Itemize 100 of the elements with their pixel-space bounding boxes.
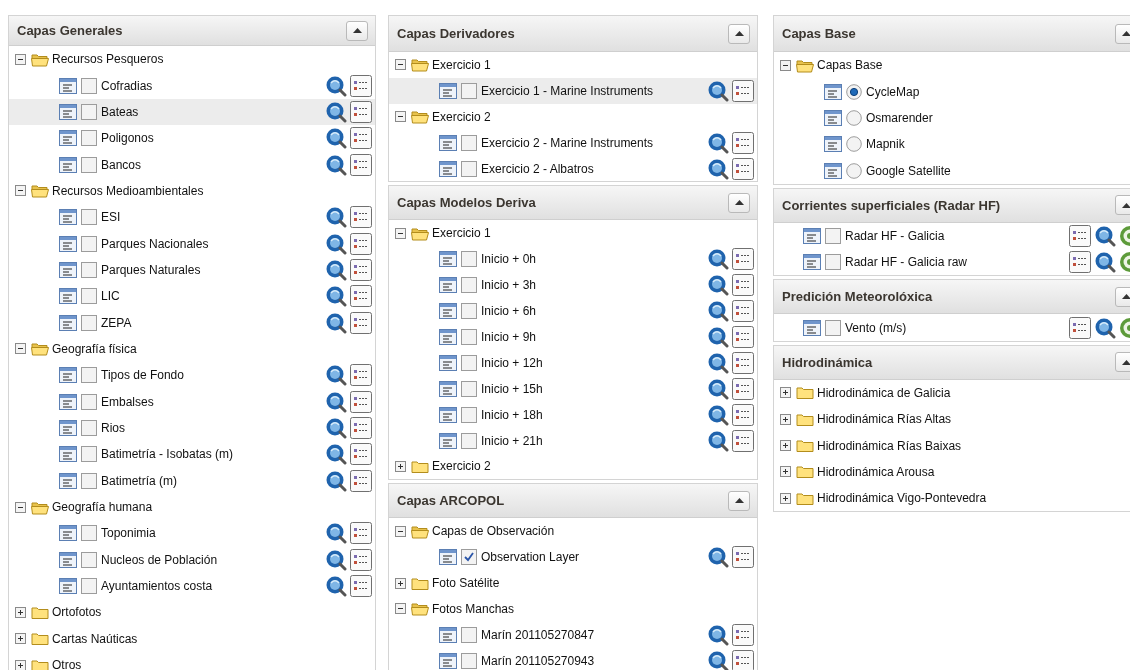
checkbox[interactable] — [81, 156, 97, 173]
magnifier-icon[interactable] — [707, 649, 729, 670]
expand-icon[interactable] — [15, 606, 26, 618]
collapse-icon[interactable] — [395, 525, 406, 537]
list-lines-icon[interactable] — [59, 525, 77, 542]
collapse-icon[interactable] — [15, 185, 26, 197]
folder-label[interactable]: Exercicio 2 — [432, 109, 491, 124]
list-icon[interactable] — [350, 364, 372, 387]
folder-label[interactable]: Recursos Medioambientales — [52, 183, 204, 198]
folder-label[interactable]: Geografía humana — [52, 500, 153, 514]
checkbox[interactable] — [81, 314, 97, 331]
list-lines-icon[interactable] — [59, 314, 77, 331]
checkbox[interactable] — [81, 209, 97, 226]
collapse-icon[interactable] — [780, 59, 791, 71]
magnifier-icon[interactable] — [707, 377, 729, 400]
checkbox[interactable] — [81, 525, 97, 542]
list-icon[interactable] — [350, 74, 372, 97]
folder-label[interactable]: Cartas Naúticas — [52, 631, 138, 646]
magnifier-icon[interactable] — [325, 206, 347, 229]
magnifier-icon[interactable] — [325, 74, 347, 97]
layer-row[interactable]: Osmarender — [774, 104, 1130, 132]
collapse-icon[interactable] — [15, 53, 26, 65]
layer-row[interactable]: Inicio + 12h — [389, 349, 757, 376]
collapse-icon[interactable] — [395, 227, 406, 239]
expand-icon[interactable] — [780, 413, 791, 425]
collapse-icon[interactable] — [395, 603, 406, 615]
folder-label[interactable]: Capas de Observación — [432, 524, 555, 539]
checkbox[interactable] — [461, 380, 477, 397]
list-lines-icon[interactable] — [824, 136, 842, 153]
collapse-icon[interactable] — [395, 59, 406, 71]
checkbox[interactable] — [81, 261, 97, 278]
expand-icon[interactable] — [395, 460, 406, 472]
magnifier-icon[interactable] — [707, 131, 729, 154]
checkbox[interactable] — [81, 420, 97, 436]
layer-row[interactable]: Radar HF - Galicia raw — [774, 249, 1130, 276]
list-lines-icon[interactable] — [439, 652, 457, 669]
magnifier-icon[interactable] — [325, 548, 347, 571]
list-icon[interactable] — [350, 232, 372, 255]
layer-row[interactable]: Inicio + 21h — [389, 427, 757, 454]
list-icon[interactable] — [732, 325, 754, 348]
list-lines-icon[interactable] — [439, 160, 457, 177]
magnifier-icon[interactable] — [1094, 316, 1116, 339]
collapse-button[interactable] — [728, 192, 750, 213]
checkbox[interactable] — [461, 303, 477, 320]
folder-label[interactable]: Hidrodinámica Rías Baixas — [817, 438, 962, 453]
layer-row[interactable]: Ayuntamientos costa — [9, 572, 375, 600]
checkbox[interactable] — [461, 328, 477, 345]
collapse-icon[interactable] — [395, 111, 406, 123]
list-lines-icon[interactable] — [59, 103, 77, 120]
checkbox[interactable] — [81, 235, 97, 252]
list-lines-icon[interactable] — [439, 380, 457, 397]
list-icon[interactable] — [732, 131, 754, 154]
magnifier-icon[interactable] — [325, 232, 347, 255]
list-lines-icon[interactable] — [439, 82, 457, 99]
list-lines-icon[interactable] — [439, 328, 457, 345]
checkbox[interactable] — [825, 319, 841, 336]
list-lines-icon[interactable] — [59, 156, 77, 173]
magnifier-icon[interactable] — [325, 311, 347, 334]
magnifier-icon[interactable] — [707, 403, 729, 426]
list-icon[interactable] — [350, 127, 372, 150]
collapse-button[interactable] — [728, 490, 750, 511]
list-lines-icon[interactable] — [439, 626, 457, 643]
layer-row[interactable]: Rios — [9, 414, 375, 442]
magnifier-icon[interactable] — [325, 390, 347, 413]
magnifier-icon[interactable] — [707, 300, 729, 323]
list-lines-icon[interactable] — [59, 446, 77, 463]
radio-button[interactable] — [846, 109, 862, 126]
list-icon[interactable] — [350, 469, 372, 492]
list-lines-icon[interactable] — [439, 549, 457, 566]
list-icon[interactable] — [1069, 316, 1091, 339]
checkbox[interactable] — [825, 254, 841, 271]
layer-row[interactable]: Poligonos — [9, 125, 375, 152]
list-lines-icon[interactable] — [59, 209, 77, 226]
list-lines-icon[interactable] — [439, 406, 457, 423]
layer-row[interactable]: Inicio + 0h — [389, 246, 757, 273]
list-lines-icon[interactable] — [439, 432, 457, 449]
list-icon[interactable] — [732, 403, 754, 426]
magnifier-icon[interactable] — [707, 157, 729, 180]
layer-row[interactable]: Toponimia — [9, 520, 375, 547]
checkbox[interactable] — [461, 406, 477, 423]
layer-row[interactable]: ESI — [9, 204, 375, 231]
folder-label[interactable]: Exercicio 1 — [432, 226, 491, 241]
checkbox[interactable] — [81, 367, 97, 384]
list-icon[interactable] — [732, 429, 754, 452]
list-icon[interactable] — [350, 100, 372, 123]
folder-label[interactable]: Otros — [52, 658, 82, 670]
magnifier-icon[interactable] — [325, 153, 347, 176]
layer-row[interactable]: Radar HF - Galicia — [774, 222, 1130, 250]
expand-icon[interactable] — [780, 466, 791, 478]
list-icon[interactable] — [732, 274, 754, 297]
radio-button[interactable] — [846, 83, 862, 100]
checkbox[interactable] — [461, 354, 477, 371]
layer-row[interactable]: Embalses — [9, 388, 375, 415]
list-lines-icon[interactable] — [59, 367, 77, 384]
checkbox[interactable] — [81, 130, 97, 147]
checkbox[interactable] — [81, 551, 97, 568]
list-icon[interactable] — [350, 258, 372, 281]
list-lines-icon[interactable] — [803, 254, 821, 271]
magnifier-icon[interactable] — [707, 546, 729, 569]
layer-row[interactable]: Cofradias — [9, 72, 375, 99]
